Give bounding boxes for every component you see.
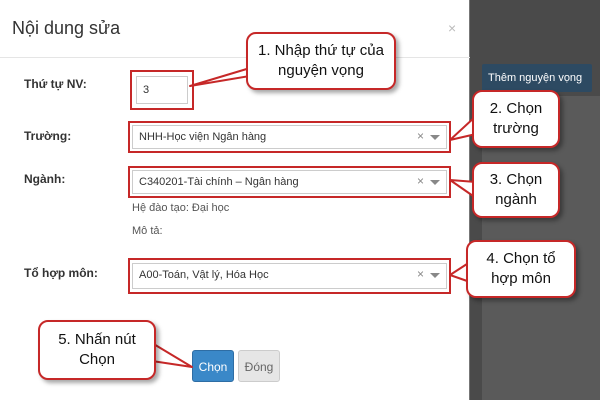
clear-icon[interactable]: × xyxy=(417,129,424,143)
choose-button[interactable]: Chọn xyxy=(192,350,234,382)
description-text: Mô tả: xyxy=(132,225,163,237)
training-system-text: Hệ đào tạo: Đại học xyxy=(132,202,230,214)
order-input[interactable]: 3 xyxy=(136,76,188,104)
chevron-down-icon[interactable] xyxy=(430,135,440,140)
clear-icon[interactable]: × xyxy=(417,267,424,281)
callout-step-5-text: 5. Nhấn nút Chọn xyxy=(58,331,136,368)
school-select[interactable]: NHH-Học viện Ngân hàng × xyxy=(132,125,447,149)
modal-title: Nội dung sửa xyxy=(12,18,121,38)
callout-step-4: 4. Chọn tổ hợp môn xyxy=(466,240,576,298)
close-icon[interactable]: × xyxy=(448,20,456,36)
callout-step-3-text: 3. Chọn ngành xyxy=(489,171,543,208)
screenshot-stage: Thêm nguyện vọng Nội dung sửa × Thứ tự N… xyxy=(0,0,600,400)
chevron-down-icon[interactable] xyxy=(430,273,440,278)
callout-step-2-text: 2. Chọn trường xyxy=(489,100,543,137)
clear-icon[interactable]: × xyxy=(417,174,424,188)
combo-value: A00-Toán, Vật lý, Hóa Học xyxy=(139,269,269,281)
combo-label: Tổ hợp môn: xyxy=(24,266,98,280)
school-label: Trường: xyxy=(24,129,72,143)
major-label: Ngành: xyxy=(24,172,66,186)
callout-step-3: 3. Chọn ngành xyxy=(472,162,560,218)
major-value: C340201-Tài chính – Ngân hàng xyxy=(139,176,299,188)
chevron-down-icon[interactable] xyxy=(430,180,440,185)
callout-step-2: 2. Chọn trường xyxy=(472,90,560,148)
major-select[interactable]: C340201-Tài chính – Ngân hàng × xyxy=(132,170,447,194)
school-value: NHH-Học viện Ngân hàng xyxy=(139,131,267,143)
order-label: Thứ tự NV: xyxy=(24,77,87,91)
combo-select[interactable]: A00-Toán, Vật lý, Hóa Học × xyxy=(132,263,447,289)
add-wish-button[interactable]: Thêm nguyện vọng xyxy=(482,64,592,92)
callout-step-5: 5. Nhấn nút Chọn xyxy=(38,320,156,380)
close-button[interactable]: Đóng xyxy=(238,350,280,382)
order-value: 3 xyxy=(143,84,150,96)
callout-step-1-text: 1. Nhập thứ tự của nguyện vọng xyxy=(258,42,384,79)
modal-header: Nội dung sửa × xyxy=(0,0,470,58)
callout-step-1: 1. Nhập thứ tự của nguyện vọng xyxy=(246,32,396,90)
callout-step-4-text: 4. Chọn tổ hợp môn xyxy=(486,250,556,287)
